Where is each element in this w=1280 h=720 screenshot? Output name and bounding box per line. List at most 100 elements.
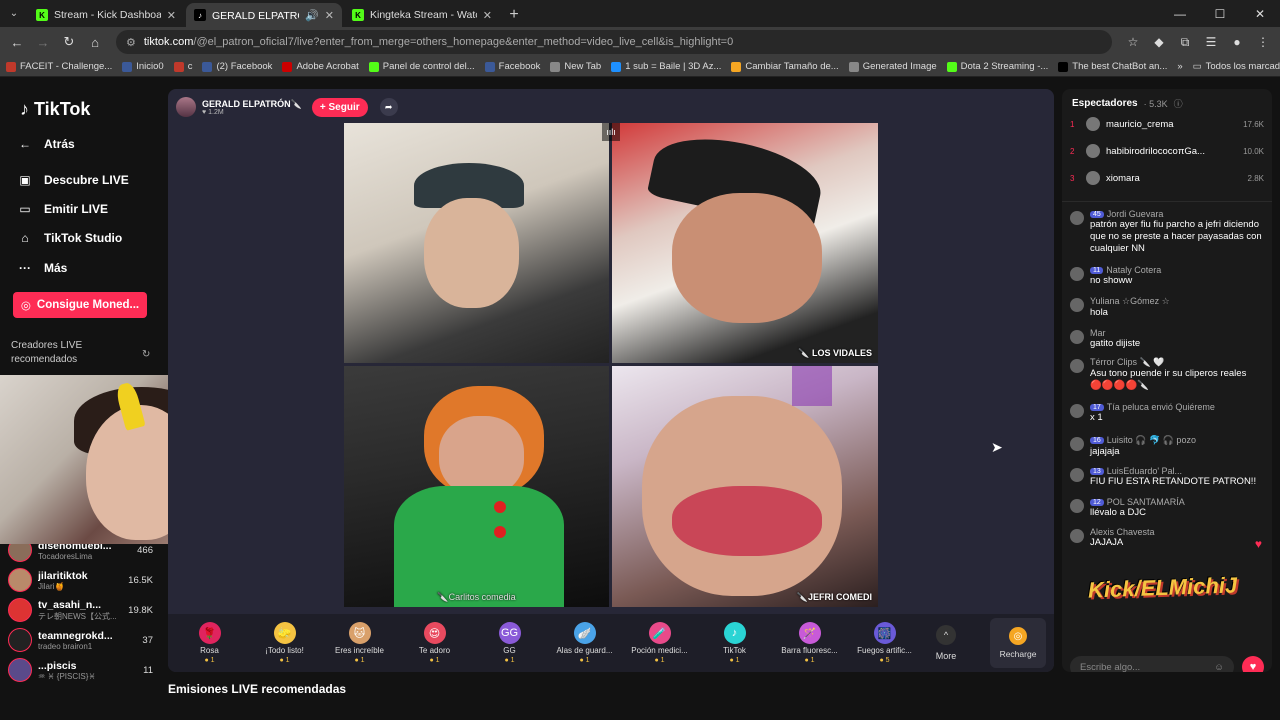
chat-username[interactable]: Térror Clips 🔪 🤍 bbox=[1090, 357, 1164, 368]
bookmark-item[interactable]: New Tab bbox=[550, 61, 601, 72]
gift-item[interactable]: 🎆 Fuegos artific... ● 5 bbox=[847, 622, 922, 664]
recommended-creator[interactable]: teamnegrokd... tradeo brairon1 37 bbox=[8, 625, 153, 655]
tab-kick-dashboard[interactable]: K Stream - Kick Dashboard ✕ bbox=[28, 3, 184, 27]
live-player[interactable]: GERALD ELPATRÓN🔪 ♥ 1.2M + Seguir ➦ ıılı … bbox=[168, 89, 1054, 672]
speaker-icon[interactable]: 🔊 bbox=[305, 9, 319, 22]
nav-back[interactable]: ← Atrás bbox=[18, 137, 75, 151]
gift-item[interactable]: 🧪 Poción medici... ● 1 bbox=[622, 622, 697, 664]
minimize-icon[interactable]: — bbox=[1160, 0, 1200, 27]
chat-username[interactable]: Mar bbox=[1090, 328, 1106, 338]
tab-search-icon[interactable]: ⌄ bbox=[0, 0, 28, 27]
chat-username[interactable]: Alexis Chavesta bbox=[1090, 527, 1155, 537]
extensions-puzzle-icon[interactable]: ⧉ bbox=[1174, 31, 1196, 53]
chat-message[interactable]: 45 Jordi Guevara patrón ayer fiu fiu parc… bbox=[1070, 209, 1266, 255]
tab-tiktok-live[interactable]: ♪ GERALD ELPATRÓN🔪 (@ 🔊 ✕ bbox=[186, 3, 342, 27]
bookmark-item[interactable]: (2) Facebook bbox=[202, 61, 272, 72]
bookmark-item[interactable]: Inicio0 bbox=[122, 61, 164, 72]
chat-username[interactable]: Jordi Guevara bbox=[1107, 209, 1164, 219]
url-field[interactable]: ⚙ tiktok.com/@el_patron_oficial7/live?en… bbox=[116, 30, 1112, 54]
gift-item[interactable]: 🪽 Alas de guard... ● 1 bbox=[547, 622, 622, 664]
chat-username[interactable]: Luisito 🎧 🐬 🎧 pozo bbox=[1107, 435, 1196, 446]
recharge-button[interactable]: ◎ Recharge bbox=[990, 618, 1046, 668]
nav-more[interactable]: ··· Más bbox=[18, 261, 67, 275]
browser-menu-icon[interactable]: ⋮ bbox=[1252, 31, 1274, 53]
emoji-icon[interactable]: ☺ bbox=[1214, 662, 1224, 673]
chat-username[interactable]: POL SANTAMARÍA bbox=[1107, 497, 1185, 507]
gift-item[interactable]: 🧽 ¡Todo listo! ● 1 bbox=[247, 622, 322, 664]
back-icon[interactable]: ← bbox=[6, 31, 28, 53]
share-icon[interactable]: ➦ bbox=[379, 98, 398, 116]
get-coins-button[interactable]: ◎ Consigue Moned... bbox=[13, 292, 147, 318]
extension-icon[interactable]: ◆ bbox=[1148, 31, 1170, 53]
bookmark-item[interactable]: Dota 2 Streaming -... bbox=[946, 61, 1048, 72]
close-tab-icon[interactable]: ✕ bbox=[167, 9, 176, 22]
host-avatar[interactable] bbox=[176, 97, 196, 117]
bookmark-item[interactable]: Cambiar Tamaño de... bbox=[731, 61, 839, 72]
forward-icon[interactable]: → bbox=[32, 31, 54, 53]
chat-input[interactable]: Escribe algo... ☺ bbox=[1070, 656, 1234, 672]
chat-message[interactable]: Mar gatito dijiste bbox=[1070, 328, 1266, 350]
nav-go-live[interactable]: ▭ Emitir LIVE bbox=[18, 202, 108, 216]
bookmark-item[interactable]: Generated Image bbox=[848, 61, 937, 72]
recommended-creator[interactable]: tv_asahi_n... テレ朝NEWS【公式... 19.8K bbox=[8, 595, 153, 625]
bookmark-item[interactable]: Panel de control del... bbox=[368, 61, 475, 72]
chat-username[interactable]: Nataly Cotera bbox=[1106, 265, 1161, 275]
chat-message[interactable]: Yuliana ☆Gómez ☆ hola bbox=[1070, 296, 1266, 319]
chat-message[interactable]: 16 Luisito 🎧 🐬 🎧 pozo jajajaja bbox=[1070, 435, 1266, 458]
chat-message[interactable]: Alexis Chavesta JAJAJA bbox=[1070, 527, 1266, 549]
bookmark-item[interactable]: The best ChatBot an... bbox=[1058, 61, 1167, 72]
recommended-creator[interactable]: ...piscis ♒ ♓ {PISCIS}♓ 11 bbox=[8, 655, 153, 685]
bookmark-item[interactable]: 1 sub = Baile | 3D Az... bbox=[611, 61, 721, 72]
close-tab-icon[interactable]: ✕ bbox=[483, 9, 492, 22]
bookmark-item[interactable]: c bbox=[173, 61, 192, 72]
tiktok-logo[interactable]: ♪ TikTok bbox=[20, 99, 90, 120]
guest-cell-4[interactable]: 🔪JEFRI COMEDI bbox=[612, 366, 878, 607]
bookmark-star-icon[interactable]: ☆ bbox=[1122, 31, 1144, 53]
gift-item[interactable]: 😍 Te adoro ● 1 bbox=[397, 622, 472, 664]
chat-message[interactable]: Térror Clips 🔪 🤍 Asu tono puende ir su c… bbox=[1070, 357, 1266, 392]
bookmark-item[interactable]: FACEIT - Challenge... bbox=[6, 61, 112, 72]
chat-message[interactable]: 13 LuisEduardo' Pal... FIU FIU ESTA RETAN… bbox=[1070, 466, 1266, 488]
more-gifts-button[interactable]: ^ More bbox=[922, 625, 970, 661]
new-tab-button[interactable]: + bbox=[502, 3, 526, 27]
profile-avatar-icon[interactable]: ● bbox=[1226, 31, 1248, 53]
maximize-icon[interactable]: ☐ bbox=[1200, 0, 1240, 27]
top-viewer[interactable]: 3 xiomara 2.8K bbox=[1070, 169, 1264, 187]
gift-item[interactable]: 🪄 Barra fluoresc... ● 1 bbox=[772, 622, 847, 664]
gift-item[interactable]: ♪ TikTok ● 1 bbox=[697, 622, 772, 664]
info-icon[interactable]: ⓘ bbox=[1174, 97, 1183, 110]
bookmark-item[interactable]: Adobe Acrobat bbox=[282, 61, 359, 72]
refresh-icon[interactable]: ↻ bbox=[142, 349, 150, 360]
gift-item[interactable]: GG GG ● 1 bbox=[472, 622, 547, 664]
chat-message[interactable]: 11 Nataly Cotera no showw bbox=[1070, 265, 1266, 287]
recommended-creator[interactable]: jilaritiktok Jilari🍯 16.5K bbox=[8, 565, 153, 595]
top-viewer[interactable]: 2 habibirodrilococoπGa... 10.0K bbox=[1070, 142, 1264, 160]
chat-message[interactable]: 17 Tía peluca envió Quiéreme x 1 bbox=[1070, 402, 1266, 424]
chat-username[interactable]: Tía peluca envió Quiéreme bbox=[1107, 402, 1215, 412]
guest-cell-3[interactable]: 🔪Carlitos comedia bbox=[344, 366, 609, 607]
bookmark-item[interactable]: Facebook bbox=[484, 61, 540, 72]
gift-item[interactable]: 🐱 Eres increíble ● 1 bbox=[322, 622, 397, 664]
chat-username[interactable]: LuisEduardo' Pal... bbox=[1107, 466, 1182, 476]
guest-cell-2[interactable]: 🔪 LOS VIDALES bbox=[612, 123, 878, 363]
reload-icon[interactable]: ↻ bbox=[58, 31, 80, 53]
audio-bars-icon[interactable]: ıılı bbox=[602, 123, 620, 141]
home-icon[interactable]: ⌂ bbox=[84, 31, 106, 53]
gift-item[interactable]: 🌹 Rosa ● 1 bbox=[172, 622, 247, 664]
chat-message[interactable]: 12 POL SANTAMARÍA llévalo a DJC bbox=[1070, 497, 1266, 519]
nav-tiktok-studio[interactable]: ⌂ TikTok Studio bbox=[18, 231, 122, 245]
follow-button[interactable]: + Seguir bbox=[311, 97, 368, 117]
site-info-icon[interactable]: ⚙ bbox=[126, 36, 136, 49]
all-bookmarks[interactable]: ▭Todos los marcadores bbox=[1193, 61, 1280, 72]
bookmarks-overflow-icon[interactable]: » bbox=[1177, 61, 1182, 72]
guest-cell-1[interactable] bbox=[344, 123, 609, 363]
host-name[interactable]: GERALD ELPATRÓN🔪 bbox=[202, 99, 302, 109]
close-window-icon[interactable]: ✕ bbox=[1240, 0, 1280, 27]
like-heart-button[interactable]: ♥ bbox=[1242, 656, 1264, 672]
chat-username[interactable]: Yuliana ☆Gómez ☆ bbox=[1090, 296, 1170, 307]
top-viewer[interactable]: 1 mauricio_crema 17.6K bbox=[1070, 115, 1264, 133]
close-tab-icon[interactable]: ✕ bbox=[325, 9, 334, 22]
reading-list-icon[interactable]: ☰ bbox=[1200, 31, 1222, 53]
tab-kingteka-stream[interactable]: K Kingteka Stream - Watch Live on ✕ bbox=[344, 3, 500, 27]
nav-discover-live[interactable]: ▣ Descubre LIVE bbox=[18, 173, 128, 187]
